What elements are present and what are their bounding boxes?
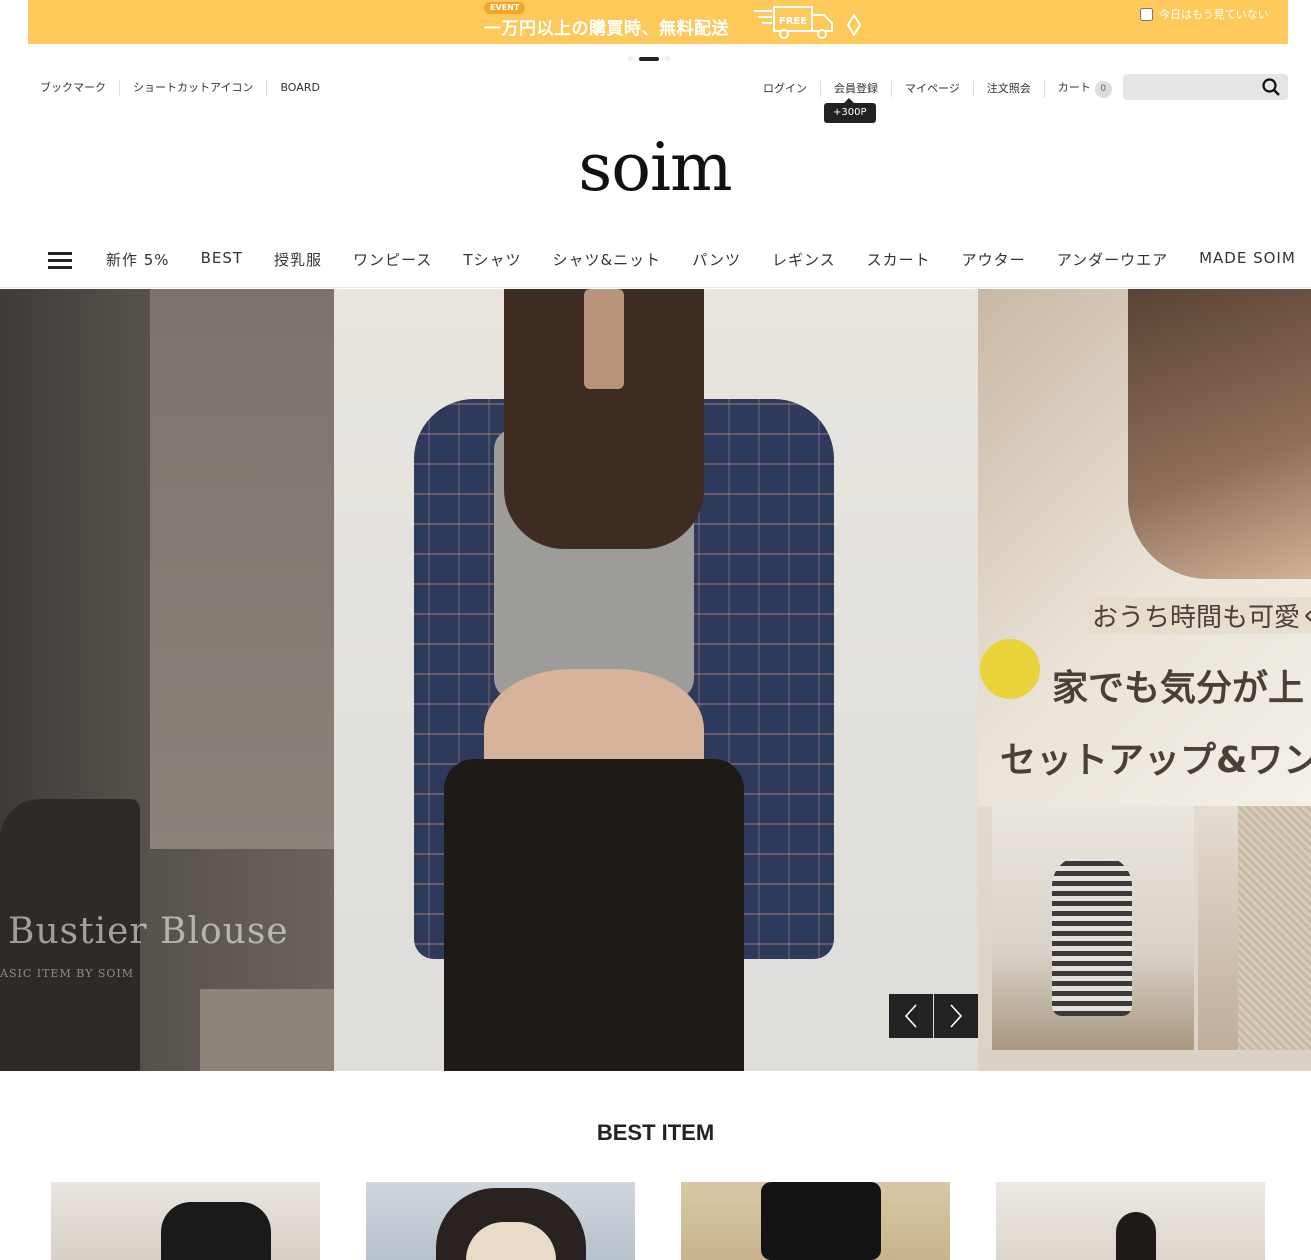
product-card-image[interactable] bbox=[366, 1182, 635, 1260]
slider-next-button[interactable] bbox=[934, 994, 978, 1038]
nav-item-shirt-knit[interactable]: シャツ&ニット bbox=[552, 249, 661, 270]
banner-pagination bbox=[628, 56, 670, 61]
nav-item-onepiece[interactable]: ワンピース bbox=[353, 249, 432, 270]
slide-caption-3: セットアップ&ワン bbox=[1000, 740, 1311, 781]
slide-subtitle: ASIC ITEM BY SOIM bbox=[0, 967, 135, 980]
event-text: 一万円以上の購買時、無料配送 bbox=[484, 19, 729, 39]
product-card-image[interactable] bbox=[51, 1182, 320, 1260]
hero-slider: Bustier Blouse ASIC ITEM BY SOIM おうち時間も可… bbox=[0, 289, 1311, 1071]
search-box bbox=[1123, 74, 1288, 100]
util-links-right: ログイン 会員登録 マイページ 注文照会 カート 0 bbox=[750, 80, 1125, 98]
cart-count-badge: 0 bbox=[1094, 81, 1112, 98]
hero-slide-next[interactable]: おうち時間も可愛く 家でも気分が上 セットアップ&ワン bbox=[978, 289, 1311, 1071]
product-card-image[interactable] bbox=[681, 1182, 950, 1260]
shortcut-icon-link[interactable]: ショートカットアイコン bbox=[119, 80, 266, 96]
util-links-left: ブックマーク ショートカットアイコン BOARD bbox=[40, 80, 333, 96]
nav-item-underwear[interactable]: アンダーウエア bbox=[1057, 249, 1168, 270]
mypage-link[interactable]: マイページ bbox=[891, 81, 973, 97]
site-logo[interactable]: soim bbox=[560, 128, 750, 208]
nav-item-best[interactable]: BEST bbox=[201, 249, 243, 270]
nav-item-new[interactable]: 新作 5% bbox=[106, 249, 170, 270]
board-link[interactable]: BOARD bbox=[266, 80, 332, 96]
hide-today-input[interactable] bbox=[1140, 7, 1153, 21]
bookmark-link[interactable]: ブックマーク bbox=[40, 80, 119, 96]
chevron-right-icon bbox=[950, 1004, 963, 1028]
login-link[interactable]: ログイン bbox=[750, 81, 820, 97]
sparkle-icon bbox=[846, 14, 862, 36]
event-banner[interactable]: EVENT 一万円以上の購買時、無料配送 FREE 今日はもう見ていない bbox=[28, 0, 1288, 44]
pagination-dot-active[interactable] bbox=[639, 56, 659, 61]
slider-prev-button[interactable] bbox=[889, 994, 933, 1038]
nav-items: 新作 5% BEST 授乳服 ワンピース Tシャツ シャツ&ニット パンツ レギ… bbox=[106, 249, 1296, 270]
hero-slide-current[interactable] bbox=[334, 289, 978, 1071]
event-tag: EVENT bbox=[484, 2, 526, 14]
best-item-heading: BEST ITEM bbox=[596, 1120, 715, 1145]
slide-title: Bustier Blouse bbox=[8, 911, 289, 952]
slide-thumbnail bbox=[992, 806, 1194, 1050]
nav-item-leggings[interactable]: レギンス bbox=[772, 249, 836, 270]
nav-item-skirt[interactable]: スカート bbox=[867, 249, 931, 270]
nav-item-pants[interactable]: パンツ bbox=[692, 249, 741, 270]
nav-item-tshirt[interactable]: Tシャツ bbox=[463, 249, 521, 270]
hide-today-checkbox[interactable]: 今日はもう見ていない bbox=[1140, 6, 1269, 22]
cart-label: カート bbox=[1057, 81, 1091, 94]
slide-caption-2: 家でも気分が上 bbox=[1052, 668, 1305, 709]
main-nav: 新作 5% BEST 授乳服 ワンピース Tシャツ シャツ&ニット パンツ レギ… bbox=[0, 230, 1311, 288]
join-point-tooltip: +300P bbox=[824, 98, 876, 123]
hide-today-label: 今日はもう見ていない bbox=[1159, 8, 1269, 21]
hero-slide-prev[interactable]: Bustier Blouse ASIC ITEM BY SOIM bbox=[0, 289, 334, 1071]
slide-caption-1: おうち時間も可愛く bbox=[1088, 597, 1311, 634]
nav-item-outer[interactable]: アウター bbox=[962, 249, 1026, 270]
hamburger-icon[interactable] bbox=[48, 252, 72, 270]
join-link[interactable]: 会員登録 bbox=[820, 81, 891, 97]
truck-label: FREE bbox=[779, 16, 807, 27]
product-card-image[interactable] bbox=[996, 1182, 1265, 1260]
pagination-dot[interactable] bbox=[628, 56, 633, 61]
nav-item-made-soim[interactable]: MADE SOIM bbox=[1199, 249, 1296, 270]
delivery-truck-icon: FREE bbox=[754, 6, 833, 39]
nav-item-nursing[interactable]: 授乳服 bbox=[274, 249, 322, 270]
chevron-left-icon bbox=[904, 1004, 917, 1028]
search-input[interactable] bbox=[1123, 74, 1253, 100]
cart-link[interactable]: カート 0 bbox=[1043, 80, 1125, 98]
pagination-dot[interactable] bbox=[665, 56, 670, 61]
slide-thumbnail bbox=[1198, 806, 1311, 1050]
order-inquiry-link[interactable]: 注文照会 bbox=[972, 81, 1044, 97]
search-icon[interactable] bbox=[1262, 78, 1280, 96]
